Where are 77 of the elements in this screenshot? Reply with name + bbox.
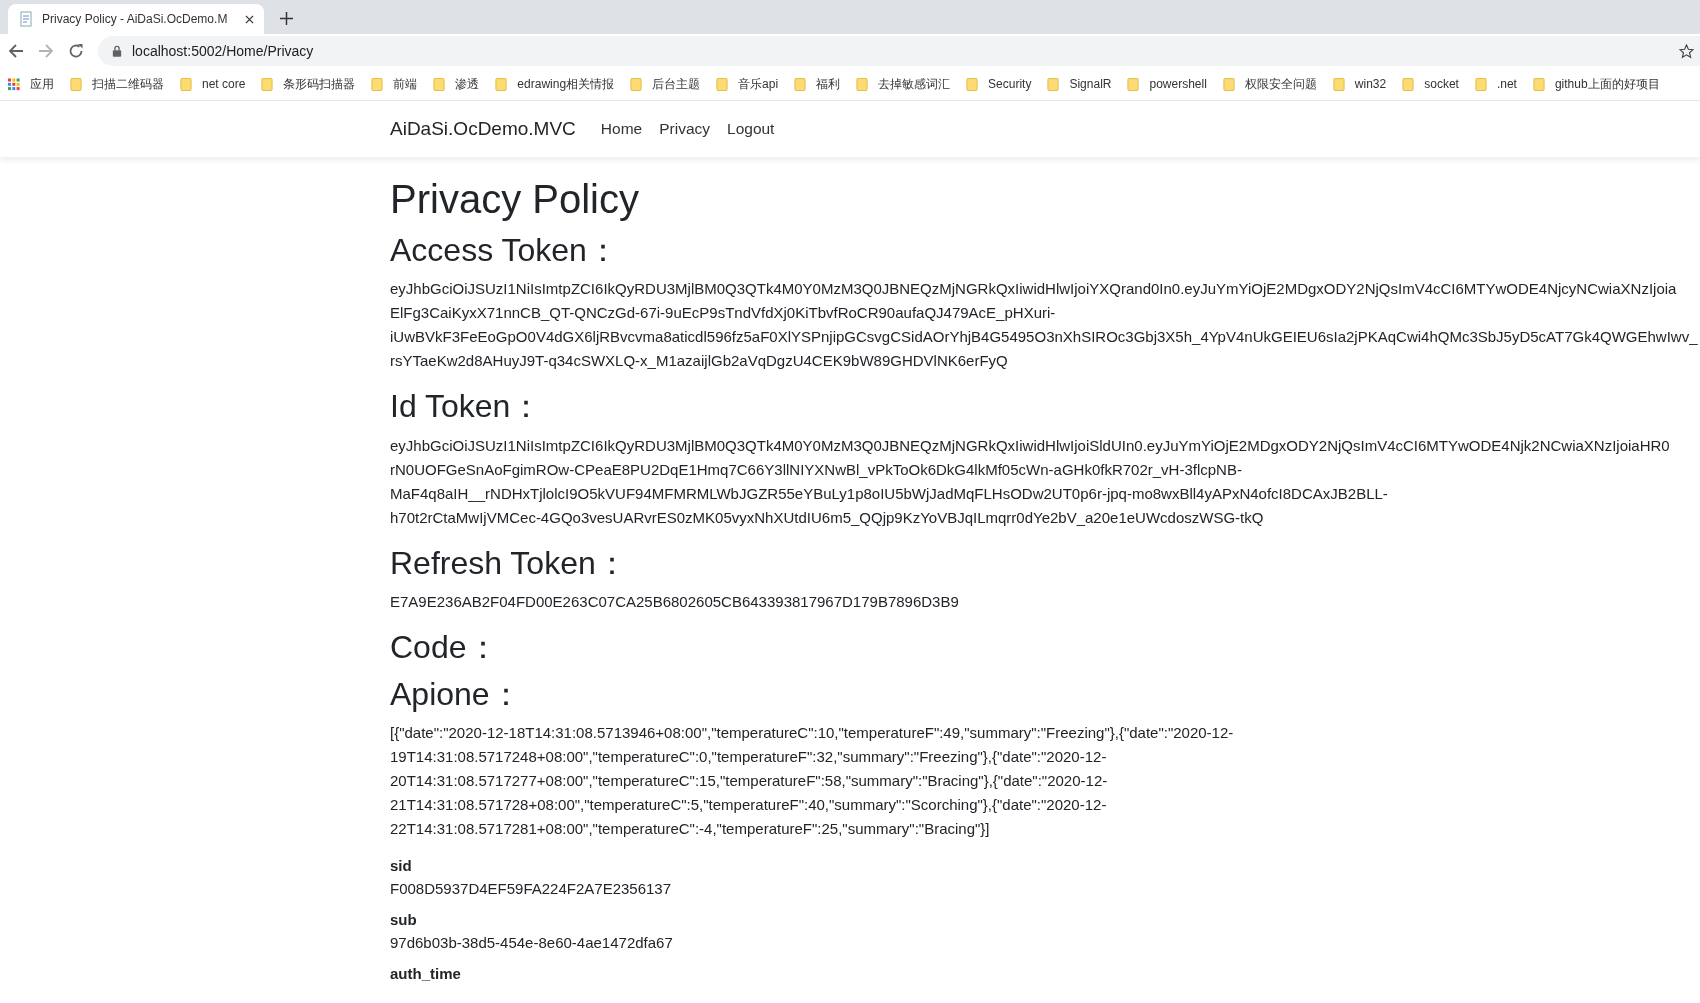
- folder-icon: [856, 77, 869, 91]
- back-icon[interactable]: [8, 43, 24, 59]
- bookmark-folder[interactable]: 前端: [371, 75, 418, 93]
- text-line: eyJhbGciOiJSUzI1NiIsImtpZCI6IkQyRDU3MjlBM0Q3QTk4M0Y0MzM3Q0JBNEQzMjNGRkQxIiwidHlwIjoiYXQrand0In0.eyJuYmYiOjE2MDgxODY2NjQsImV4cCI6MTYwODE4NjcyNCwiaXNzIjoia: [390, 279, 1678, 300]
- address-field[interactable]: localhost:5002/Home/Privacy: [98, 36, 1700, 66]
- bookmark-folder[interactable]: win32: [1332, 77, 1387, 91]
- folder-icon: [1222, 77, 1235, 91]
- new-tab-icon[interactable]: [280, 12, 293, 25]
- browser-tab[interactable]: Privacy Policy - AiDaSi.OcDemo.M: [8, 4, 264, 34]
- page-title: Privacy Policy: [390, 176, 640, 223]
- bookmark-folder[interactable]: 权限安全问题: [1222, 75, 1317, 93]
- text-line: ElFg3CaiKyxX71nnCB_QT-QNCzGd-67i-9uEcP9sTndVfdXj0KiTbvfRoCR90aufaQJ479AcE_pHXuri-: [390, 303, 1057, 324]
- section-heading: Code：: [390, 628, 500, 667]
- folder-icon: [495, 77, 508, 91]
- bookmark-folder[interactable]: 渗透: [433, 75, 480, 93]
- folder-icon: [630, 77, 643, 91]
- folder-icon: [1332, 77, 1345, 91]
- text-line: [{"date":"2020-12-18T14:31:08.5713946+08:00","temperatureC":10,"temperatureF":49,"summary":"Freezing"},{"date":"2020-12-: [390, 722, 1235, 743]
- brand-link[interactable]: AiDaSi.OcDemo.MVC: [390, 118, 576, 140]
- folder-icon: [1047, 77, 1060, 91]
- claim-name: sub: [390, 909, 418, 930]
- lock-icon: [112, 45, 122, 57]
- text-line: iUwBVkF3FeEoGpO0V4dGX6ljRBvcvma8aticdl596fz5aF0XlYSPnjipGCsvgCSidAOrYhjB4G5495O3nXhSIROc3Gbj3X5h_4YpV4nUkGEIEU6sIa2jPKAqCwi4hQMc3SbJ5yD5cAT7Gk4QWGEhwIwv_: [390, 327, 1699, 348]
- nav-link[interactable]: Logout: [727, 120, 775, 138]
- claim-name: auth_time: [390, 963, 462, 984]
- folder-icon: [1127, 77, 1140, 91]
- text-line: 19T14:31:08.5717248+08:00","temperatureC":0,"temperatureF":32,"summary":"Freezing"},{"date":"2020-12-: [390, 746, 1108, 767]
- text-line: MaF4q8aIH__rNDHxTjlolcI9O5kVUF94MFMRMLWbJGZR55eYBuLy1p8oIU5bWjJadMqFLHsODw2UT0p6r-jpq-mo8wxBll4yAPxN4ofcI8DCAxJB2BLL-: [390, 483, 1389, 504]
- folder-icon: [371, 77, 384, 91]
- text-line: eyJhbGciOiJSUzI1NiIsImtpZCI6IkQyRDU3MjlBM0Q3QTk4M0Y0MzM3Q0JBNEQzMjNGRkQxIiwidHlwIjoiSldUIn0.eyJuYmYiOjE2MDgxODY2NjQsImV4cCI6MTYwODE4Njk2NCwiaXNzIjoiaHR0: [390, 435, 1671, 456]
- bookmark-folder[interactable]: 条形码扫描器: [261, 75, 356, 93]
- claim-name: sid: [390, 855, 413, 876]
- text-line: 20T14:31:08.5717277+08:00","temperatureC":15,"temperatureF":58,"summary":"Bracing"},{"date":"2020-12-: [390, 770, 1109, 791]
- star-icon[interactable]: [1679, 43, 1694, 59]
- bookmark-folder[interactable]: 扫描二维码器: [70, 75, 164, 93]
- page-icon: [18, 11, 34, 27]
- text-line: rsYTaeKw2d8AHuyJ9T-q34cSWXLQ-x_M1azaijlGb2aVqDgzU4CEK9bW89GHDVlNK6erFyQ: [390, 351, 1009, 372]
- text-line: E7A9E236AB2F04FD00E263C07CA25B6802605CB643393817967D179B7896D3B9: [390, 592, 960, 613]
- nav-link[interactable]: Privacy: [659, 120, 710, 138]
- folder-icon: [1402, 77, 1415, 91]
- text-line: rN0UOFGeSnAoFgimROw-CPeaE8PU2DqE1Hmq7C66Y3llNIYXNwBl_vPkToOk6DkG4lkMf05cWn-aGHk0fkR702r_vH-3flcpNB-: [390, 459, 1243, 480]
- folder-icon: [1532, 77, 1545, 91]
- bookmark-folder[interactable]: 福利: [794, 75, 841, 93]
- bookmark-folder[interactable]: net core: [180, 77, 246, 91]
- bookmark-folder[interactable]: 音乐api: [716, 75, 779, 93]
- tab-title: Privacy Policy - AiDaSi.OcDemo.M: [42, 12, 229, 26]
- claim-value: F008D5937D4EF59FA224F2A7E2356137: [390, 878, 673, 899]
- bookmark-folder[interactable]: SignalR: [1047, 77, 1112, 91]
- folder-icon: [794, 77, 807, 91]
- text-line: 21T14:31:08.571728+08:00","temperatureC":5,"temperatureF":40,"summary":"Scorching"},{"date":"2020-12-: [390, 794, 1108, 815]
- bookmark-folder[interactable]: 后台主题: [630, 75, 701, 93]
- bookmark-folder[interactable]: 去掉敏感词汇: [856, 75, 951, 93]
- text-line: h70t2rCtaMwIjVMCec-4GQo3vesUARvrES0zMK05vyxNhXUtdIU6m5_QQjp9KzYoVBJqILmqrr0dYe2bV_a20e1eUWcdoszWSG-tkQ: [390, 507, 1265, 528]
- apps-bookmark[interactable]: 应用: [8, 75, 54, 93]
- section-heading: Id Token：: [390, 387, 544, 426]
- folder-icon: [966, 77, 979, 91]
- claim-value: 97d6b03b-38d5-454e-8e60-4ae1472dfa67: [390, 932, 674, 953]
- text-line: 22T14:31:08.5717281+08:00","temperatureC":-4,"temperatureF":25,"summary":"Bracing"}]: [390, 818, 991, 839]
- folder-icon: [716, 77, 729, 91]
- bookmark-folder[interactable]: .net: [1474, 77, 1517, 91]
- bookmark-folder[interactable]: powershell: [1127, 77, 1207, 91]
- nav-link[interactable]: Home: [600, 120, 643, 138]
- folder-icon: [1474, 77, 1487, 91]
- folder-icon: [433, 77, 446, 91]
- bookmark-folder[interactable]: Security: [966, 77, 1032, 91]
- folder-icon: [261, 77, 274, 91]
- close-icon[interactable]: [245, 14, 254, 24]
- folder-icon: [180, 77, 192, 91]
- apps-grid-icon: [8, 77, 20, 91]
- bookmark-folder[interactable]: socket: [1402, 77, 1459, 91]
- bookmark-folder[interactable]: github上面的好项目: [1532, 75, 1660, 93]
- reload-icon[interactable]: [68, 43, 84, 59]
- section-heading: Refresh Token：: [390, 543, 629, 583]
- section-heading: Access Token：: [390, 231, 620, 270]
- bookmark-folder[interactable]: edrawing相关情报: [495, 75, 615, 93]
- section-heading: Apione：: [390, 674, 523, 713]
- folder-icon: [70, 77, 82, 91]
